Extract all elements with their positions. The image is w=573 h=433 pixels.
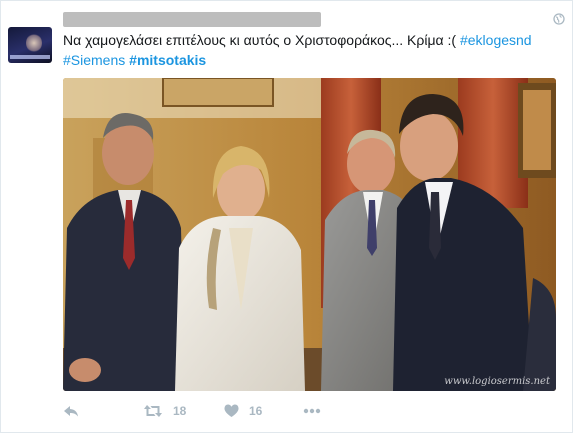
heart-icon — [224, 404, 239, 417]
reply-button[interactable] — [63, 400, 79, 422]
avatar-figure — [26, 33, 42, 53]
tweet-photo[interactable]: www.logiosermis.net — [63, 78, 556, 391]
reply-icon — [64, 406, 78, 417]
avatar-strip — [10, 55, 50, 59]
retweet-count: 18 — [173, 404, 187, 418]
photo-watermark: www.logiosermis.net — [444, 376, 550, 387]
hashtag-siemens[interactable]: #Siemens — [63, 52, 125, 68]
hashtag-mitsotakis[interactable]: #mitsotakis — [129, 52, 206, 68]
more-button[interactable] — [303, 400, 321, 422]
retweet-icon — [144, 405, 162, 417]
avatar[interactable] — [8, 27, 52, 63]
tweet-text: Να χαμογελάσει επιτέλους κι αυτός ο Χρισ… — [63, 30, 563, 70]
more-icon — [303, 408, 321, 414]
retweet-button[interactable]: 18 — [143, 400, 186, 422]
like-count: 16 — [249, 404, 263, 418]
photo-scene — [63, 78, 556, 391]
like-button[interactable]: 16 — [224, 400, 262, 422]
hashtag-eklogesnd[interactable]: #eklogesnd — [460, 32, 532, 48]
username-redacted — [63, 12, 321, 27]
globe-icon[interactable] — [553, 13, 565, 25]
tweet-actions: 18 16 — [63, 400, 363, 422]
tweet-body: Να χαμογελάσει επιτέλους κι αυτός ο Χρισ… — [63, 32, 457, 48]
tweet-card: Να χαμογελάσει επιτέλους κι αυτός ο Χρισ… — [0, 0, 573, 433]
